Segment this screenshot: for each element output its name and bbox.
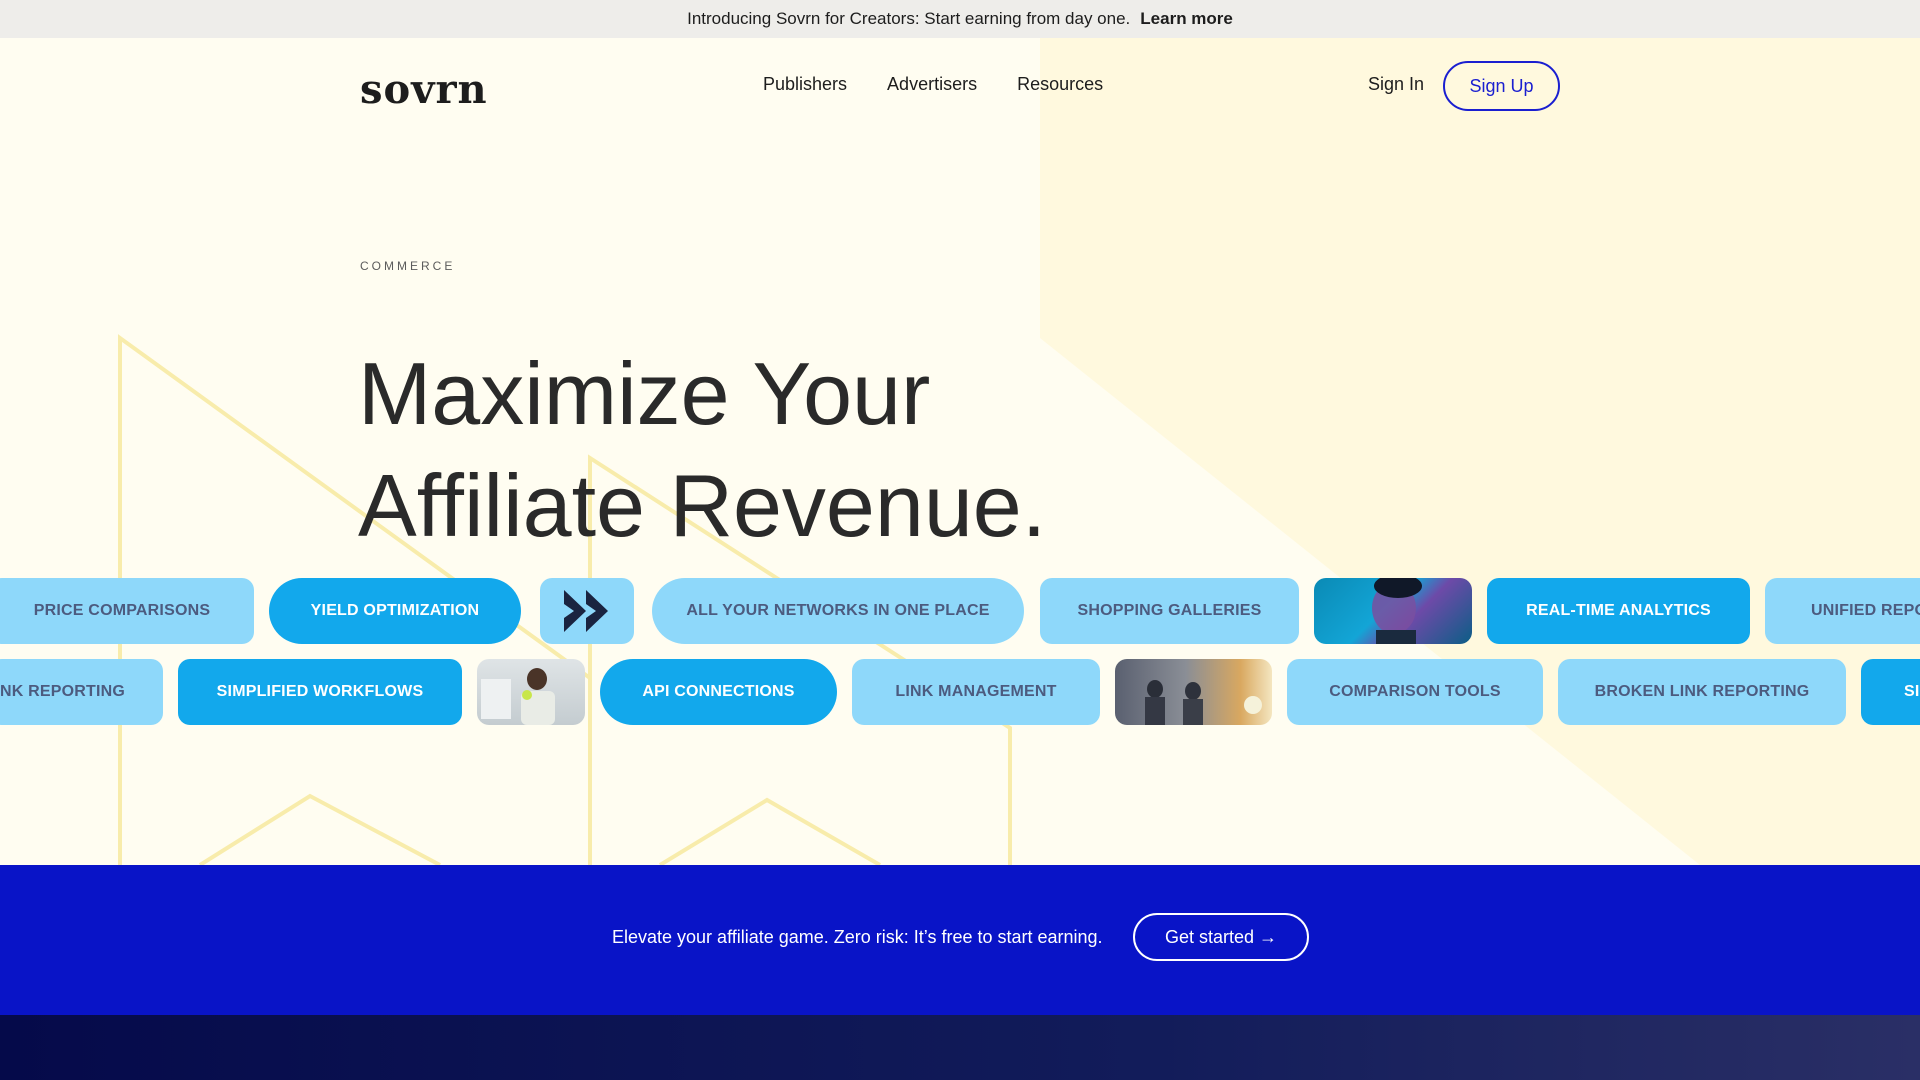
dark-section-band: [0, 1015, 1920, 1080]
feature-pill: LINK MANAGEMENT: [852, 659, 1100, 725]
person-portrait-image: [1314, 578, 1472, 644]
feature-pill: SI: [1861, 659, 1920, 725]
sign-up-button[interactable]: Sign Up: [1443, 61, 1560, 111]
feature-pill: ALL YOUR NETWORKS IN ONE PLACE: [652, 578, 1024, 644]
feature-pill: COMPARISON TOOLS: [1287, 659, 1543, 725]
headline-line-2: Affiliate Revenue.: [358, 456, 1047, 555]
feature-pill: REAL-TIME ANALYTICS: [1487, 578, 1750, 644]
features-row-1: PRICE COMPARISONS YIELD OPTIMIZATION ALL…: [0, 578, 1920, 644]
feature-pill: SHOPPING GALLERIES: [1040, 578, 1299, 644]
hero-section: sovrn Publishers Advertisers Resources S…: [0, 38, 1920, 865]
feature-pill: SIMPLIFIED WORKFLOWS: [178, 659, 462, 725]
hero-headline: Maximize Your Affiliate Revenue.: [358, 338, 1046, 562]
sign-in-link[interactable]: Sign In: [1368, 74, 1424, 95]
sovrn-chevrons-icon: [540, 578, 634, 644]
feature-pill: UNIFIED REPO: [1765, 578, 1920, 644]
office-meeting-image: [1115, 659, 1272, 725]
nav-publishers[interactable]: Publishers: [763, 74, 847, 95]
cta-text: Elevate your affiliate game. Zero risk: …: [612, 927, 1103, 947]
announcement-text: Introducing Sovrn for Creators: Start ea…: [687, 9, 1131, 28]
feature-pill: API CONNECTIONS: [600, 659, 837, 725]
announcement-bar: Introducing Sovrn for Creators: Start ea…: [0, 0, 1920, 38]
feature-pill: NK REPORTING: [0, 659, 163, 725]
cta-banner: Elevate your affiliate game. Zero risk: …: [0, 865, 1920, 1015]
learn-more-link[interactable]: Learn more: [1140, 9, 1233, 29]
section-eyebrow: COMMERCE: [360, 259, 456, 273]
site-header: sovrn Publishers Advertisers Resources S…: [0, 38, 1920, 132]
nav-advertisers[interactable]: Advertisers: [887, 74, 977, 95]
nav-resources[interactable]: Resources: [1017, 74, 1103, 95]
feature-pill: BROKEN LINK REPORTING: [1558, 659, 1846, 725]
sovrn-logo[interactable]: sovrn: [360, 66, 488, 113]
headline-line-1: Maximize Your: [358, 344, 931, 443]
get-started-button[interactable]: Get started →: [1133, 913, 1309, 961]
features-row-2: NK REPORTING SIMPLIFIED WORKFLOWS API CO…: [0, 659, 1920, 725]
feature-pill: YIELD OPTIMIZATION: [269, 578, 521, 644]
person-on-call-image: [477, 659, 585, 725]
main-nav: Publishers Advertisers Resources: [763, 74, 1103, 95]
feature-pill: PRICE COMPARISONS: [0, 578, 254, 644]
